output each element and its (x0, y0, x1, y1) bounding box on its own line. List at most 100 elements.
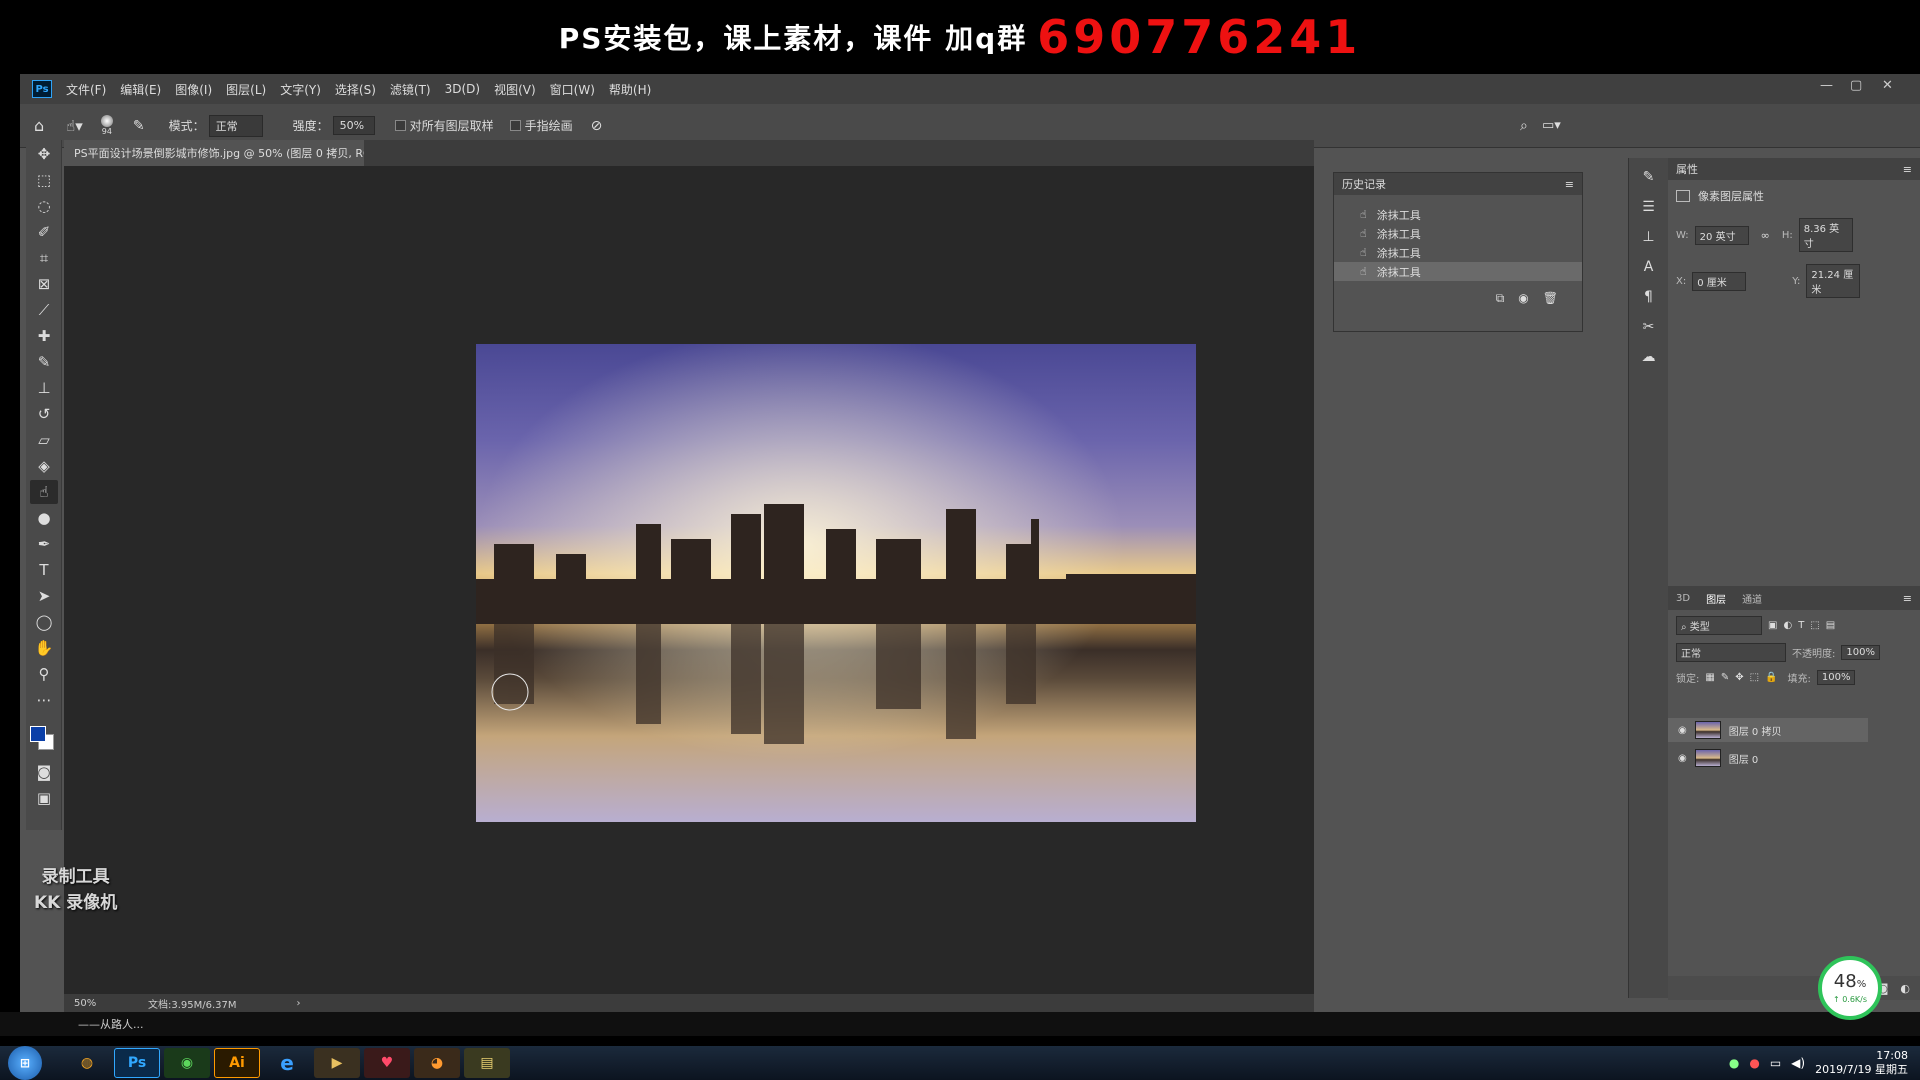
taskbar-recorder-icon[interactable]: ◕ (414, 1048, 460, 1078)
history-brush-tool-icon[interactable]: ↺ (30, 402, 58, 426)
sample-all-checkbox[interactable] (394, 120, 406, 131)
character-panel-icon[interactable]: A (1635, 256, 1663, 278)
lock-pixels-icon[interactable]: ✎ (1721, 672, 1729, 683)
opacity-input[interactable]: 100% (1841, 645, 1880, 660)
menu-view[interactable]: 视图(V) (494, 81, 536, 98)
taskbar-illustrator-icon[interactable]: Ai (214, 1048, 260, 1078)
tab-layers[interactable]: 图层 (1706, 591, 1726, 606)
visibility-eye-icon[interactable]: ◉ (1678, 725, 1687, 736)
taskbar-app-360-icon[interactable]: ◍ (64, 1048, 110, 1078)
filter-adjust-icon[interactable]: ◐ (1783, 620, 1792, 631)
libraries-panel-icon[interactable]: ☁ (1635, 346, 1663, 368)
zoom-tool-icon[interactable]: ⚲ (30, 662, 58, 686)
lock-artboard-icon[interactable]: ⬚ (1750, 672, 1759, 683)
new-document-from-state-icon[interactable]: ⧉ (1496, 291, 1505, 306)
filter-shape-icon[interactable]: ⬚ (1810, 620, 1819, 631)
status-arrow-icon[interactable]: › (297, 998, 301, 1009)
properties-menu-icon[interactable]: ≡ (1903, 163, 1912, 176)
strength-input[interactable]: 50% (332, 116, 375, 135)
menu-help[interactable]: 帮助(H) (609, 81, 651, 98)
history-item-selected[interactable]: ☝ 涂抹工具 (1334, 262, 1582, 281)
taskbar-photoshop-icon[interactable]: Ps (114, 1048, 160, 1078)
layers-menu-icon[interactable]: ≡ (1903, 592, 1912, 605)
healing-tool-icon[interactable]: ✚ (30, 324, 58, 348)
brush-settings-icon[interactable]: ✎ (133, 118, 145, 134)
brush-preset-picker[interactable]: 94 (100, 115, 113, 136)
menu-layer[interactable]: 图层(L) (226, 81, 266, 98)
shape-tool-icon[interactable]: ◯ (30, 610, 58, 634)
tools-panel-icon[interactable]: ✂ (1635, 316, 1663, 338)
filter-pixel-icon[interactable]: ▣ (1768, 620, 1777, 631)
layer-filter-select[interactable]: ⌕ 类型 (1676, 616, 1762, 635)
fill-input[interactable]: 100% (1816, 670, 1856, 685)
clone-source-panel-icon[interactable]: ⊥ (1635, 226, 1663, 248)
height-input[interactable]: 8.36 英寸 (1798, 218, 1853, 252)
gradient-tool-icon[interactable]: ◈ (30, 454, 58, 478)
menu-image[interactable]: 图像(I) (175, 81, 212, 98)
pressure-icon[interactable]: ⊘ (591, 118, 603, 134)
taskbar-explorer-icon[interactable]: ▤ (464, 1048, 510, 1078)
snapshot-camera-icon[interactable]: ◉ (1518, 291, 1528, 306)
taskbar-heart-app-icon[interactable]: ♥ (364, 1048, 410, 1078)
close-icon[interactable]: ✕ (1882, 78, 1893, 93)
width-input[interactable]: 20 英寸 (1694, 225, 1749, 245)
crop-tool-icon[interactable]: ⌗ (30, 246, 58, 270)
lock-all-icon[interactable]: 🔒 (1765, 672, 1777, 683)
tray-app-icon[interactable]: ● (1729, 1056, 1739, 1070)
mode-select[interactable]: 正常 (208, 114, 263, 137)
finger-paint-checkbox[interactable] (509, 120, 521, 131)
filter-smart-icon[interactable]: ▤ (1826, 620, 1835, 631)
pen-tool-icon[interactable]: ✒ (30, 532, 58, 556)
color-swatches[interactable] (26, 718, 61, 758)
path-select-tool-icon[interactable]: ➤ (30, 584, 58, 608)
menu-type[interactable]: 文字(Y) (280, 81, 321, 98)
history-title[interactable]: 历史记录 (1342, 176, 1386, 192)
x-input[interactable]: 0 厘米 (1692, 271, 1747, 291)
lasso-tool-icon[interactable]: ◌ (30, 194, 58, 218)
document-tab[interactable]: PS平面设计场景倒影城市修饰.jpg @ 50% (图层 0 拷贝, RGB/8… (64, 140, 364, 166)
history-item[interactable]: ☝ 涂抹工具 (1334, 205, 1582, 224)
lock-transparent-icon[interactable]: ▦ (1705, 672, 1714, 683)
tab-3d[interactable]: 3D (1676, 593, 1690, 604)
smudge-tool-preset-icon[interactable]: ☝▾ (66, 117, 83, 135)
type-tool-icon[interactable]: T (30, 558, 58, 582)
more-tools-icon[interactable]: ⋯ (30, 688, 58, 712)
stamp-tool-icon[interactable]: ⊥ (30, 376, 58, 400)
menu-select[interactable]: 选择(S) (335, 81, 376, 98)
tray-network-icon[interactable]: ▭ (1770, 1056, 1781, 1070)
history-menu-icon[interactable]: ≡ (1565, 178, 1574, 191)
maximize-icon[interactable]: ▢ (1850, 78, 1862, 93)
start-button[interactable]: ⊞ (8, 1046, 42, 1080)
menu-filter[interactable]: 滤镜(T) (390, 81, 431, 98)
menu-file[interactable]: 文件(F) (66, 81, 106, 98)
search-icon[interactable]: ⌕ (1520, 118, 1528, 134)
layer-row[interactable]: ◉ 图层 0 (1668, 746, 1868, 770)
adjustment-layer-icon[interactable]: ◐ (1900, 982, 1910, 995)
history-item[interactable]: ☝ 涂抹工具 (1334, 243, 1582, 262)
menu-edit[interactable]: 编辑(E) (120, 81, 161, 98)
brush-settings-panel-icon[interactable]: ✎ (1635, 166, 1663, 188)
quick-mask-icon[interactable]: ◙ (30, 760, 58, 784)
quick-select-tool-icon[interactable]: ✐ (30, 220, 58, 244)
dodge-tool-icon[interactable]: ● (30, 506, 58, 530)
menu-window[interactable]: 窗口(W) (550, 81, 595, 98)
move-tool-icon[interactable]: ✥ (30, 142, 58, 166)
taskbar-browser-icon[interactable]: ◉ (164, 1048, 210, 1078)
workspace-icon[interactable]: ▭▾ (1542, 118, 1561, 133)
adjustments-panel-icon[interactable]: ☰ (1635, 196, 1663, 218)
hand-tool-icon[interactable]: ✋ (30, 636, 58, 660)
zoom-level[interactable]: 50% (74, 998, 134, 1009)
filter-type-icon[interactable]: T (1798, 620, 1804, 631)
history-item[interactable]: ☝ 涂抹工具 (1334, 224, 1582, 243)
delete-trash-icon[interactable]: 🗑 (1543, 291, 1558, 306)
tray-security-icon[interactable]: ● (1749, 1056, 1759, 1070)
frame-tool-icon[interactable]: ⊠ (30, 272, 58, 296)
lock-position-icon[interactable]: ✥ (1735, 672, 1743, 683)
eraser-tool-icon[interactable]: ▱ (30, 428, 58, 452)
home-icon[interactable]: ⌂ (34, 116, 44, 135)
foreground-color-swatch[interactable] (30, 726, 46, 742)
y-input[interactable]: 21.24 厘米 (1806, 264, 1861, 298)
smudge-tool-icon[interactable]: ☝ (30, 480, 58, 504)
taskbar-ie-icon[interactable]: e (264, 1048, 310, 1078)
tray-volume-icon[interactable]: ◀) (1791, 1056, 1805, 1070)
